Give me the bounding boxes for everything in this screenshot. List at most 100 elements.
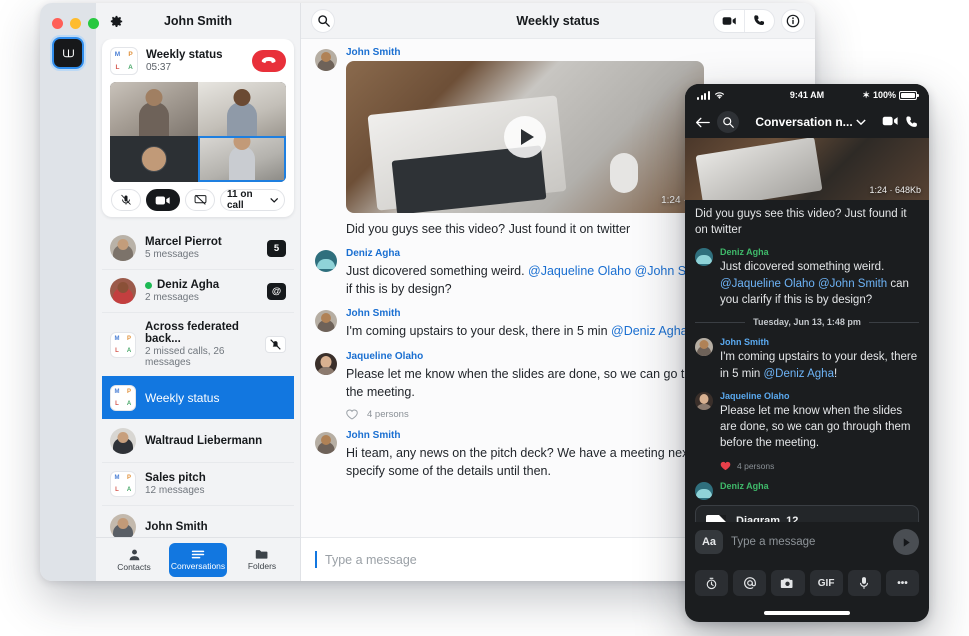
tab-contacts[interactable]: Contacts <box>105 543 163 577</box>
list-item[interactable]: Deniz Agha 2 messages @ <box>102 269 294 312</box>
list-item-sub: 5 messages <box>145 249 199 260</box>
heart-filled-icon <box>720 461 731 470</box>
format-text-button[interactable]: Aa <box>695 530 723 554</box>
video-attachment[interactable]: 1:24 · 648Kb <box>685 138 929 200</box>
avatar[interactable] <box>695 248 713 267</box>
mic-glyph-icon <box>860 577 869 589</box>
text-caret <box>315 551 317 568</box>
participant-tile[interactable] <box>110 136 198 182</box>
mobile-header: Conversation n... <box>685 106 929 138</box>
message-author: Deniz Agha <box>720 480 769 491</box>
minimize-window-button[interactable] <box>70 18 81 29</box>
mobile-composer[interactable]: Aa Type a message <box>685 522 929 562</box>
list-item-name: Sales pitch <box>145 472 206 484</box>
send-icon[interactable] <box>893 529 919 555</box>
mention-run[interactable]: @Deniz Agha <box>763 368 834 380</box>
tab-conversations[interactable]: Conversations <box>169 542 227 577</box>
mute-bell-icon <box>270 339 281 350</box>
avatar[interactable] <box>695 338 713 357</box>
video-call-icon[interactable] <box>882 115 899 127</box>
list-item-name-text: Deniz Agha <box>157 279 220 291</box>
participant-tile-active[interactable] <box>198 136 286 182</box>
list-item-sub: 2 missed calls, 26 messages <box>145 346 225 368</box>
video-attachment[interactable]: 1:24 · 6 <box>346 61 704 213</box>
date-divider: Tuesday, Jun 13, 1:48 pm <box>695 317 919 327</box>
avatar <box>110 235 136 261</box>
at-glyph-icon <box>743 577 756 589</box>
camera-icon[interactable] <box>146 189 180 211</box>
sidebar-item-weekly-status[interactable]: MPLA Weekly status <box>102 376 294 419</box>
sidebar-tabs: Contacts Conversations Folders <box>96 537 300 581</box>
play-button[interactable] <box>504 116 546 158</box>
list-item[interactable]: John Smith <box>102 505 294 537</box>
screen-share-off-icon[interactable] <box>185 189 215 211</box>
search-icon[interactable] <box>717 111 739 133</box>
participant-tile[interactable] <box>110 82 198 136</box>
chevron-down-icon <box>269 197 278 203</box>
voice-call-icon[interactable] <box>905 115 919 129</box>
more-icon[interactable]: ••• <box>885 570 920 596</box>
avatar[interactable] <box>315 250 337 273</box>
list-item-body: Sales pitch 12 messages <box>145 472 286 496</box>
mention-run[interactable]: @Jaqueline Olaho @John Smith <box>720 278 887 290</box>
timer-glyph-icon <box>706 577 717 589</box>
list-item-sub: 12 messages <box>145 485 205 496</box>
file-name: Diagram_12 <box>736 515 799 522</box>
mic-off-icon[interactable] <box>111 189 141 211</box>
sidebar-header: John Smith <box>96 3 300 39</box>
participant-tile[interactable] <box>198 82 286 136</box>
window-traffic-lights[interactable] <box>52 18 99 29</box>
timer-icon[interactable] <box>695 570 729 596</box>
mention-icon[interactable] <box>733 570 767 596</box>
avatar[interactable] <box>315 352 337 375</box>
list-item-body: Weekly status <box>145 391 286 405</box>
search-glyph-icon <box>317 15 330 27</box>
list-item[interactable]: MPLA Across federated back... 2 missed c… <box>102 312 294 376</box>
avatar <box>110 278 136 304</box>
avatar[interactable] <box>315 310 337 333</box>
gear-icon[interactable] <box>108 13 125 30</box>
unread-badge: 5 <box>267 239 286 257</box>
tab-folders[interactable]: Folders <box>233 543 291 577</box>
mobile-message-input[interactable]: Type a message <box>731 536 885 548</box>
video-meta: 1:24 · 648Kb <box>869 185 921 195</box>
messaging-app-icon[interactable] <box>50 35 86 71</box>
mobile-title[interactable]: Conversation n... <box>746 115 875 129</box>
message-author: Jaqueline Olaho <box>720 390 790 401</box>
close-window-button[interactable] <box>52 18 63 29</box>
message-text: I'm coming upstairs to your desk, there … <box>720 349 919 382</box>
file-attachment[interactable]: Diagram_12 530 KB PNG <box>695 504 919 522</box>
list-item[interactable]: MPLA Sales pitch 12 messages <box>102 462 294 505</box>
message-reaction[interactable]: 4 persons <box>720 461 919 471</box>
group-avatar: M P L A <box>110 47 138 75</box>
gif-icon[interactable]: GIF <box>809 570 843 596</box>
back-arrow-icon[interactable] <box>695 116 710 129</box>
voice-call-icon[interactable] <box>744 9 774 32</box>
mention-run[interactable]: @Deniz Agha <box>611 324 688 338</box>
video-caption: Did you guys see this video? Just found … <box>695 208 907 237</box>
avatar[interactable] <box>315 49 337 71</box>
person-icon <box>129 549 139 560</box>
maximize-window-button[interactable] <box>88 18 99 29</box>
info-icon[interactable] <box>781 8 805 33</box>
end-call-button[interactable] <box>252 50 286 72</box>
list-item[interactable]: Marcel Pierrot 5 messages 5 <box>102 227 294 269</box>
message-author: John Smith <box>346 47 401 58</box>
chat-actions <box>713 8 805 33</box>
active-call-card: M P L A Weekly status 05:37 11 on call <box>102 39 294 217</box>
search-icon[interactable] <box>311 8 335 33</box>
avatar-letter: A <box>128 64 133 71</box>
list-item-body: Marcel Pierrot 5 messages <box>145 236 258 260</box>
avatar[interactable] <box>695 481 713 500</box>
avatar[interactable] <box>315 431 337 454</box>
message: Deniz Agha Just dicovered something weir… <box>695 247 919 308</box>
participants-dropdown[interactable]: 11 on call <box>220 189 285 211</box>
message-text: Just dicovered something weird. @Jaqueli… <box>720 259 919 308</box>
camera-icon[interactable] <box>771 570 805 596</box>
muted-badge <box>265 336 286 353</box>
avatar[interactable] <box>695 391 713 410</box>
microphone-icon[interactable] <box>847 570 881 596</box>
chat-header: Weekly status <box>301 3 815 39</box>
video-call-icon[interactable] <box>714 10 744 32</box>
list-item[interactable]: Waltraud Liebermann <box>102 419 294 462</box>
